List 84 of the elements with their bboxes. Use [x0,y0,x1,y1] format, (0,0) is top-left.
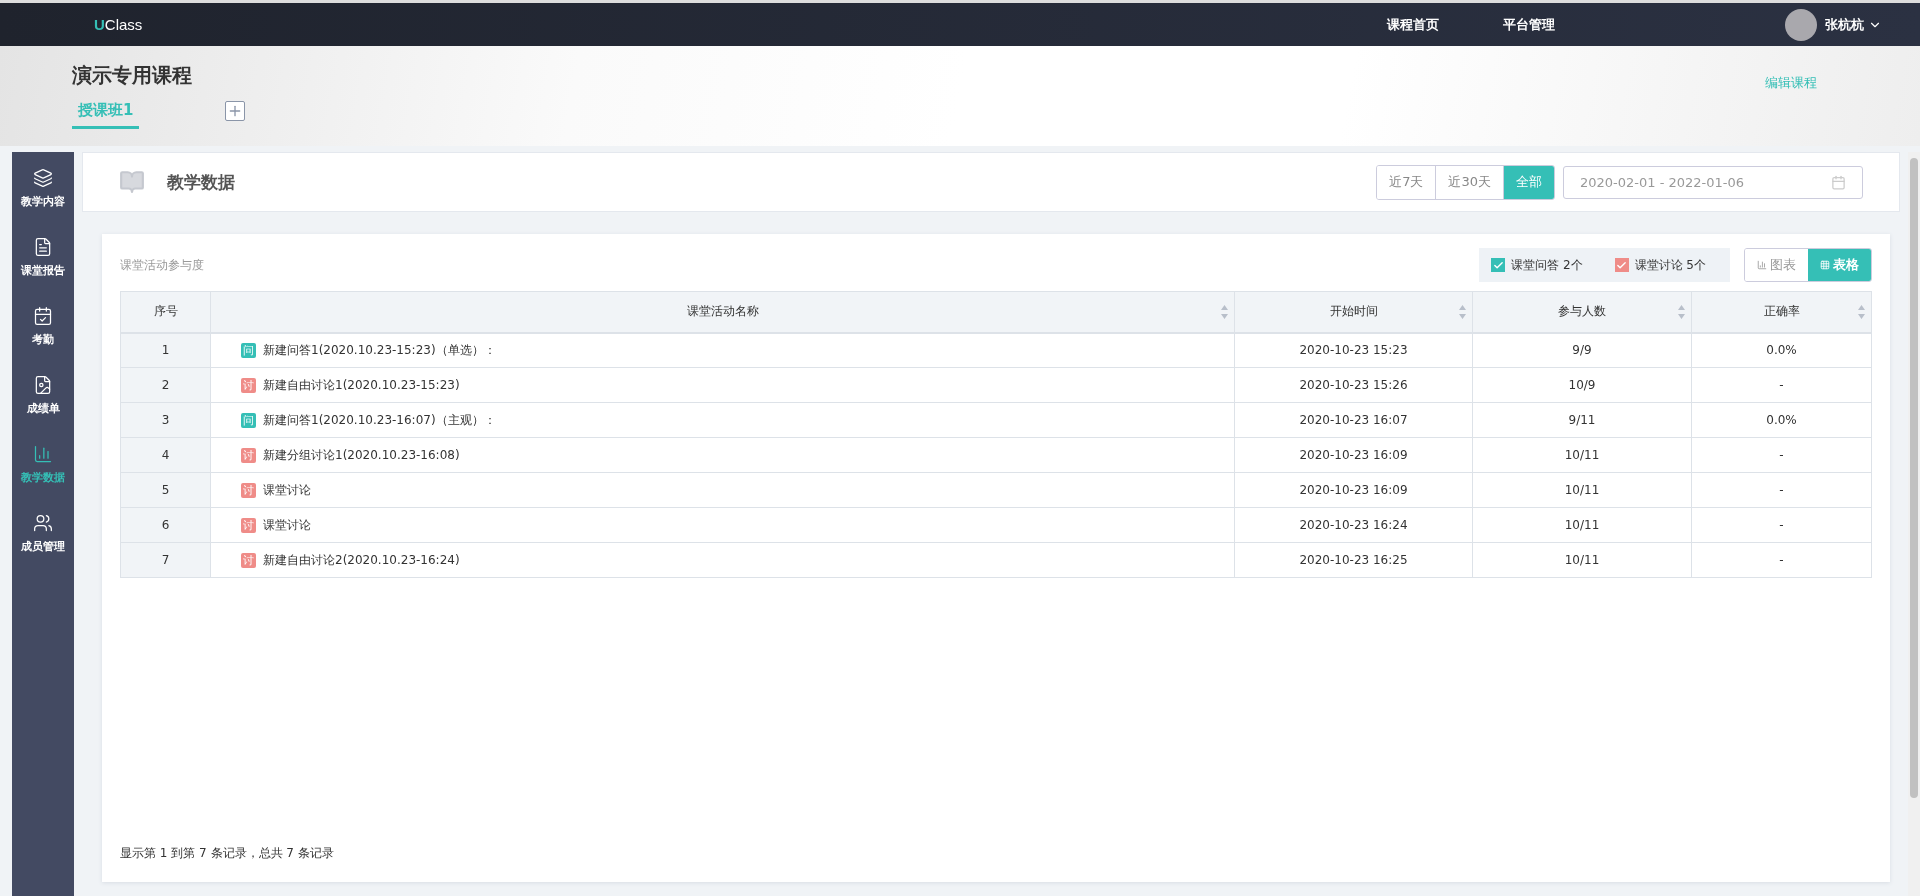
table-cell: 2020-10-23 16:24 [1234,507,1473,543]
activity-name: 新建问答1(2020.10.23-16:07)（主观）： [263,411,496,429]
activity-type-tag: 讨 [241,552,256,568]
document-icon [33,237,53,257]
activity-name: 课堂讨论 [263,516,311,534]
activity-type-tag: 讨 [241,377,256,393]
column-header[interactable]: 序号 [120,291,211,333]
table-cell: 2020-10-23 15:26 [1234,367,1473,403]
filter-checkbox[interactable]: 课堂问答 2个 [1491,256,1583,274]
user-avatar [1785,8,1817,41]
activity-type-tag: 问 [241,412,256,428]
panel-title: 课堂活动参与度 [120,256,204,274]
page-title: 教学数据 [167,170,235,194]
sidebar-item[interactable]: 教学内容 [12,168,74,209]
sidebar-item[interactable]: 成员管理 [12,513,74,554]
table-cell: 2020-10-23 15:23 [1234,332,1473,368]
table-cell: 5 [120,472,211,508]
sidebar-item[interactable]: 课堂报告 [12,237,74,278]
table-cell: 2020-10-23 16:07 [1234,402,1473,438]
activity-name: 课堂讨论 [263,481,311,499]
sidebar-item[interactable]: 教学数据 [12,444,74,485]
table-cell: - [1691,437,1872,473]
calendar-check-icon [33,306,53,326]
table-cell: 1 [120,332,211,368]
table-cell: 3 [120,402,211,438]
column-header[interactable]: 课堂活动名称 [210,291,1235,333]
check-icon [1616,259,1628,271]
users-icon [33,513,53,533]
table-cell: - [1691,367,1872,403]
activity-name: 新建自由讨论2(2020.10.23-16:24) [263,551,460,569]
scrollbar-thumb[interactable] [1910,158,1918,798]
table-cell: 0.0% [1691,402,1872,438]
course-title: 演示专用课程 [72,62,192,89]
column-header[interactable]: 开始时间 [1234,291,1473,333]
sidebar-item[interactable]: 成绩单 [12,375,74,416]
pagination-info: 显示第 1 到第 7 条记录，总共 7 条记录 [120,845,335,862]
activity-name: 新建问答1(2020.10.23-15:23)（单选）： [263,341,496,359]
filter-checkbox[interactable]: 课堂讨论 5个 [1614,256,1706,274]
calendar-icon [1831,174,1846,190]
sidebar-label: 教学数据 [21,470,65,485]
table-cell: 10/9 [1472,367,1692,403]
activity-type-tag: 讨 [241,482,256,498]
table-cell: - [1691,542,1872,578]
table-cell: 2020-10-23 16:09 [1234,472,1473,508]
activity-type-tag: 讨 [241,517,256,533]
add-class-button[interactable] [225,101,246,121]
column-header[interactable]: 参与人数 [1472,291,1692,333]
grid-icon [1820,260,1830,270]
bar-chart-icon [33,444,53,464]
book-icon [119,169,145,195]
sidebar-label: 成员管理 [21,539,65,554]
table-cell: 10/11 [1472,472,1692,508]
activity-name: 新建自由讨论1(2020.10.23-15:23) [263,376,460,394]
user-menu[interactable]: 张杭杭 [1825,15,1882,34]
table-cell: - [1691,507,1872,543]
table-cell: 4 [120,437,211,473]
table-cell: 10/11 [1472,507,1692,543]
sidebar-label: 课堂报告 [21,263,65,278]
sidebar-label: 教学内容 [21,194,65,209]
table-cell: 10/11 [1472,542,1692,578]
sidebar-label: 考勤 [32,332,54,347]
table-cell: 2020-10-23 16:25 [1234,542,1473,578]
table-cell: 9/11 [1472,402,1692,438]
table-cell: 10/11 [1472,437,1692,473]
table-cell: 7 [120,542,211,578]
sidebar-label: 成绩单 [26,401,60,416]
check-icon [1492,259,1504,271]
nav-link[interactable]: 平台管理 [1503,15,1555,34]
activity-type-tag: 讨 [241,447,256,463]
activity-name: 新建分组讨论1(2020.10.23-16:08) [263,446,460,464]
sidebar-item[interactable]: 考勤 [12,306,74,347]
column-header[interactable]: 正确率 [1691,291,1872,333]
bar-chart-icon [1757,260,1767,270]
activity-type-tag: 问 [241,342,256,358]
table-cell: 2020-10-23 16:09 [1234,437,1473,473]
layers-icon [33,168,53,188]
table-cell: 0.0% [1691,332,1872,368]
document-image-icon [33,375,53,395]
table-cell: - [1691,472,1872,508]
table-cell: 6 [120,507,211,543]
table-cell: 9/9 [1472,332,1692,368]
nav-link[interactable]: 课程首页 [1387,15,1439,34]
table-cell: 2 [120,367,211,403]
uclass-logo: UClass [94,16,143,33]
